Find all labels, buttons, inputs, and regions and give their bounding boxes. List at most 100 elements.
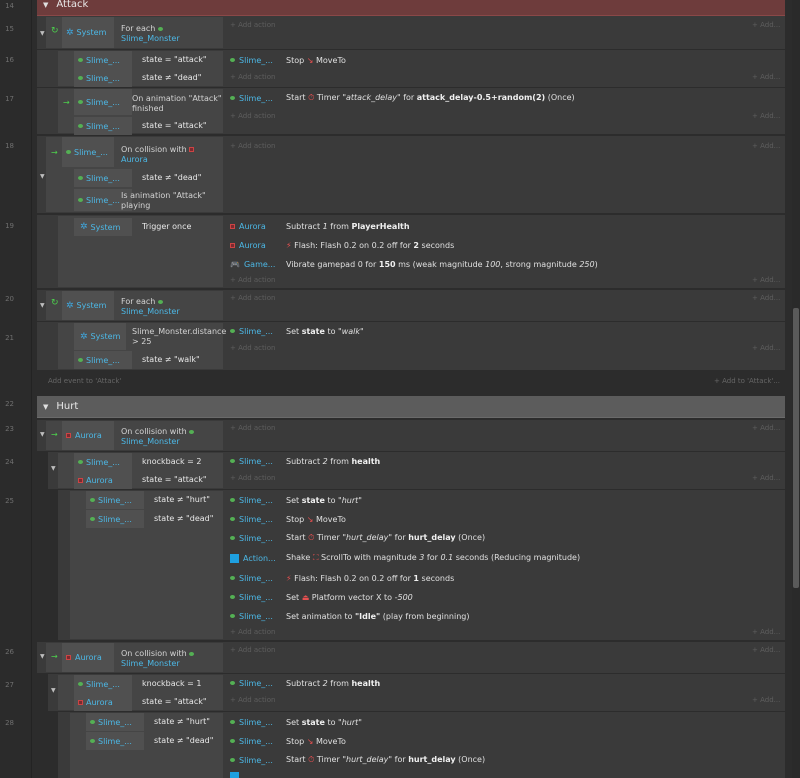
condition-row[interactable]: Slime_... state ≠ "dead" [86, 510, 213, 528]
collision-condition[interactable]: On collision with Slime_Monster [121, 427, 195, 447]
condition-object-system[interactable]: ✲ System [74, 323, 126, 350]
condition-row[interactable]: Slime_... state ≠ "dead" [86, 732, 213, 750]
condition-object[interactable]: Aurora [62, 421, 114, 450]
condition-text: knockback = 1 [142, 679, 202, 688]
add-action-link[interactable]: + Add action [230, 474, 275, 482]
condition-object-system[interactable]: ✲ System [62, 291, 114, 320]
add-more-link[interactable]: + Add... [752, 474, 780, 482]
object-name: Slime_... [86, 73, 120, 83]
condition-row[interactable]: Slime_... state ≠ "dead" [74, 69, 201, 87]
action-row[interactable]: Slime_... Stop ↘ MoveTo [230, 51, 346, 69]
condition-row[interactable]: ✲ System Trigger once [74, 218, 191, 236]
collapse-triangle-icon[interactable]: ▼ [43, 403, 48, 411]
collapse-triangle-icon[interactable]: ▼ [43, 1, 48, 9]
condition-row[interactable]: Slime_... state ≠ "walk" [74, 351, 200, 369]
add-action-link[interactable]: + Add action [230, 21, 275, 29]
condition-row[interactable]: Slime_... state ≠ "hurt" [86, 713, 210, 731]
action-row[interactable]: Slime_... Set state to "hurt" [230, 713, 362, 731]
action-text: ⚡ Flash: Flash 0.2 on 0.2 off for 2 seco… [286, 240, 455, 250]
add-more-link[interactable]: + Add... [752, 112, 780, 120]
condition-object[interactable]: Slime_... [62, 137, 114, 167]
action-row[interactable]: Slime_... Subtract 2 from health [230, 674, 380, 692]
object-name: Slime_... [86, 121, 120, 131]
collapse-triangle-icon[interactable]: ▼ [40, 653, 45, 660]
add-action-link[interactable]: + Add action [230, 628, 275, 636]
slime-icon [230, 96, 235, 100]
add-more-link[interactable]: + Add... [752, 21, 780, 29]
action-row[interactable]: Slime_... Start ⏱ Timer "attack_delay" f… [230, 89, 575, 107]
add-more-link[interactable]: + Add... [752, 294, 780, 302]
add-action-link[interactable]: + Add action [230, 276, 275, 284]
action-row[interactable]: Aurora Subtract 1 from PlayerHealth [230, 217, 410, 235]
add-action-link[interactable]: + Add action [230, 294, 275, 302]
condition-row[interactable]: Aurora state = "attack" [74, 693, 207, 711]
for-each-condition[interactable]: For each Slime_Monster [121, 24, 180, 44]
action-row[interactable]: Slime_... Set state to "hurt" [230, 491, 362, 509]
condition-row[interactable]: Slime_... state ≠ "hurt" [86, 491, 210, 509]
timer-icon: ⏱ [308, 533, 315, 542]
action-row[interactable]: Slime_... Stop ↘ MoveTo [230, 510, 346, 528]
action-row[interactable]: Action... Shake ⛶ ScrollTo with magnitud… [230, 549, 580, 567]
condition-row[interactable]: Aurora state = "attack" [74, 471, 207, 489]
action-row[interactable]: Slime_... Stop ↘ MoveTo [230, 732, 346, 750]
object-name: Slime_... [239, 573, 273, 583]
anim-finished-condition[interactable]: On animation "Attack" finished [132, 94, 222, 114]
vertical-scrollbar[interactable] [792, 0, 800, 778]
collision-condition[interactable]: On collision with Slime_Monster [121, 649, 195, 669]
add-event-link[interactable]: Add event to 'Attack' [48, 377, 121, 385]
group-header-hurt[interactable]: ▼ Hurt [37, 396, 785, 418]
collapse-triangle-icon[interactable]: ▼ [40, 30, 45, 37]
condition-object-system[interactable]: ✲ System [62, 17, 114, 48]
collapse-triangle-icon[interactable]: ▼ [51, 465, 56, 472]
distance-condition[interactable]: Slime_Monster.distance > 25 [132, 327, 226, 347]
group-header-attack[interactable]: ▼ Attack [37, 0, 785, 16]
action-row[interactable]: Slime_... Set animation to "Idle" (play … [230, 607, 469, 625]
for-each-condition[interactable]: For each Slime_Monster [121, 297, 180, 317]
condition-object[interactable]: Aurora [62, 643, 114, 672]
add-more-link[interactable]: + Add... [752, 276, 780, 284]
add-action-link[interactable]: + Add action [230, 424, 275, 432]
add-to-group-link[interactable]: + Add to 'Attack'... [714, 377, 780, 385]
collapse-triangle-icon[interactable]: ▼ [51, 687, 56, 694]
slime-icon [230, 58, 235, 62]
collapse-triangle-icon[interactable]: ▼ [40, 173, 45, 180]
slime-icon [157, 27, 163, 31]
action-row[interactable]: Slime_... Set ⏏ Platform vector X to -50… [230, 588, 413, 606]
is-anim-condition[interactable]: Is animation "Attack" playing [121, 191, 206, 211]
add-action-link[interactable]: + Add action [230, 142, 275, 150]
action-row[interactable]: Slime_... ⚡ Flash: Flash 0.2 on 0.2 off … [230, 569, 454, 587]
add-more-link[interactable]: + Add... [752, 646, 780, 654]
action-row[interactable]: Aurora ⚡ Flash: Flash 0.2 on 0.2 off for… [230, 236, 454, 254]
collapse-triangle-icon[interactable]: ▼ [40, 302, 45, 309]
add-more-link[interactable]: + Add... [752, 424, 780, 432]
add-action-link[interactable]: + Add action [230, 646, 275, 654]
add-more-link[interactable]: + Add... [752, 344, 780, 352]
action-row[interactable]: Slime_... Subtract 2 from health [230, 452, 380, 470]
collapse-triangle-icon[interactable]: ▼ [40, 431, 45, 438]
add-more-link[interactable]: + Add... [752, 696, 780, 704]
collision-condition[interactable]: On collision with Aurora [121, 145, 195, 165]
action-row[interactable]: Slime_... Start ⏱ Timer "hurt_delay" for… [230, 751, 485, 769]
scrollbar-thumb[interactable] [793, 308, 799, 588]
add-action-link[interactable]: + Add action [230, 696, 275, 704]
add-action-link[interactable]: + Add action [230, 112, 275, 120]
object-name: System [90, 222, 121, 232]
condition-row[interactable]: Slime_... state ≠ "dead" [74, 169, 201, 187]
condition-object[interactable]: Slime_... [74, 89, 132, 115]
condition-row[interactable]: Slime_... knockback = 1 [74, 675, 202, 693]
line-number: 18 [5, 142, 14, 150]
aurora-icon [230, 242, 235, 248]
add-action-link[interactable]: + Add action [230, 73, 275, 81]
action-row[interactable]: 🎮 Game... Vibrate gamepad 0 for 150 ms (w… [230, 255, 598, 273]
action-row[interactable]: Slime_... Set state to "walk" [230, 322, 364, 340]
add-more-link[interactable]: + Add... [752, 628, 780, 636]
condition-row[interactable]: Slime_... state = "attack" [74, 117, 207, 135]
add-more-link[interactable]: + Add... [752, 73, 780, 81]
line-gutter [0, 0, 32, 778]
add-action-link[interactable]: + Add action [230, 344, 275, 352]
condition-row[interactable]: Slime_... knockback = 2 [74, 453, 202, 471]
condition-row[interactable]: Slime_... state = "attack" [74, 51, 207, 69]
action-object-icon [230, 772, 239, 778]
action-row[interactable]: Slime_... Start ⏱ Timer "hurt_delay" for… [230, 529, 485, 547]
add-more-link[interactable]: + Add... [752, 142, 780, 150]
